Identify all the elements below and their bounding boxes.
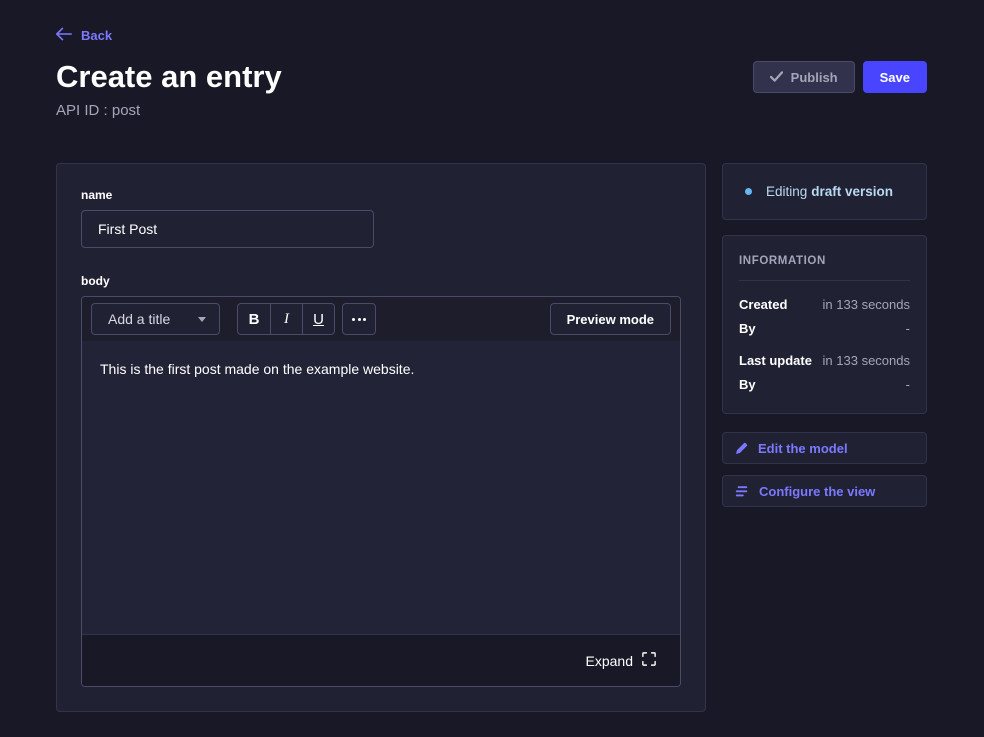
more-options-button[interactable] (342, 303, 376, 335)
bold-button[interactable]: B (238, 304, 270, 334)
expand-button[interactable]: Expand (586, 652, 656, 669)
title-row: Create an entry Publish Save (56, 59, 927, 95)
check-icon (770, 70, 783, 85)
layout-lines-icon (735, 485, 749, 498)
editor-footer: Expand (82, 634, 680, 686)
ellipsis-icon (352, 318, 355, 321)
divider (739, 280, 910, 281)
draft-status-box: Editingdraft version (722, 163, 927, 220)
header-actions: Publish Save (753, 61, 927, 93)
page-title: Create an entry (56, 59, 282, 95)
rich-text-editor: Add a title B I U (81, 296, 681, 687)
body-field: body Add a title B I U (81, 274, 681, 687)
format-button-group: B I U (237, 303, 335, 335)
entry-form-card: name body Add a title B I U (56, 163, 706, 712)
info-row-created-by: By - (739, 317, 910, 341)
sidebar: Editingdraft version INFORMATION Created… (722, 163, 927, 518)
content-area: name body Add a title B I U (56, 163, 927, 712)
edit-model-label: Edit the model (758, 441, 848, 456)
name-field-label: name (81, 188, 681, 202)
expand-corners-icon (642, 652, 656, 669)
name-field: name (81, 188, 681, 248)
information-title: INFORMATION (739, 255, 910, 267)
save-label: Save (880, 70, 910, 85)
save-button[interactable]: Save (863, 61, 927, 93)
back-label: Back (81, 28, 112, 43)
editor-content[interactable]: This is the first post made on the examp… (82, 341, 680, 634)
body-field-label: body (81, 274, 681, 288)
preview-mode-button[interactable]: Preview mode (550, 303, 671, 335)
editor-text: This is the first post made on the examp… (100, 361, 414, 377)
title-style-select[interactable]: Add a title (91, 303, 220, 335)
configure-view-button[interactable]: Configure the view (722, 475, 927, 507)
back-link[interactable]: Back (56, 27, 112, 44)
create-entry-page: Back Create an entry Publish Save API ID… (0, 0, 984, 712)
info-row-created: Created in 133 seconds (739, 293, 910, 317)
publish-button[interactable]: Publish (753, 61, 855, 93)
italic-button[interactable]: I (270, 304, 302, 334)
info-row-last-update: Last update in 133 seconds (739, 349, 910, 373)
underline-button[interactable]: U (302, 304, 334, 334)
draft-status-text: Editingdraft version (766, 184, 893, 199)
edit-model-button[interactable]: Edit the model (722, 432, 927, 464)
arrow-left-icon (56, 27, 72, 44)
pencil-icon (735, 442, 748, 455)
configure-view-label: Configure the view (759, 484, 875, 499)
api-id-subtitle: API ID : post (56, 102, 927, 119)
title-style-value: Add a title (108, 311, 170, 327)
publish-label: Publish (791, 70, 838, 85)
expand-label: Expand (586, 653, 633, 669)
editor-toolbar: Add a title B I U (82, 297, 680, 341)
chevron-down-icon (198, 317, 206, 322)
information-panel: INFORMATION Created in 133 seconds By - … (722, 235, 927, 414)
name-input[interactable] (81, 210, 374, 248)
info-row-updated-by: By - (739, 373, 910, 397)
draft-dot-icon (745, 188, 752, 195)
